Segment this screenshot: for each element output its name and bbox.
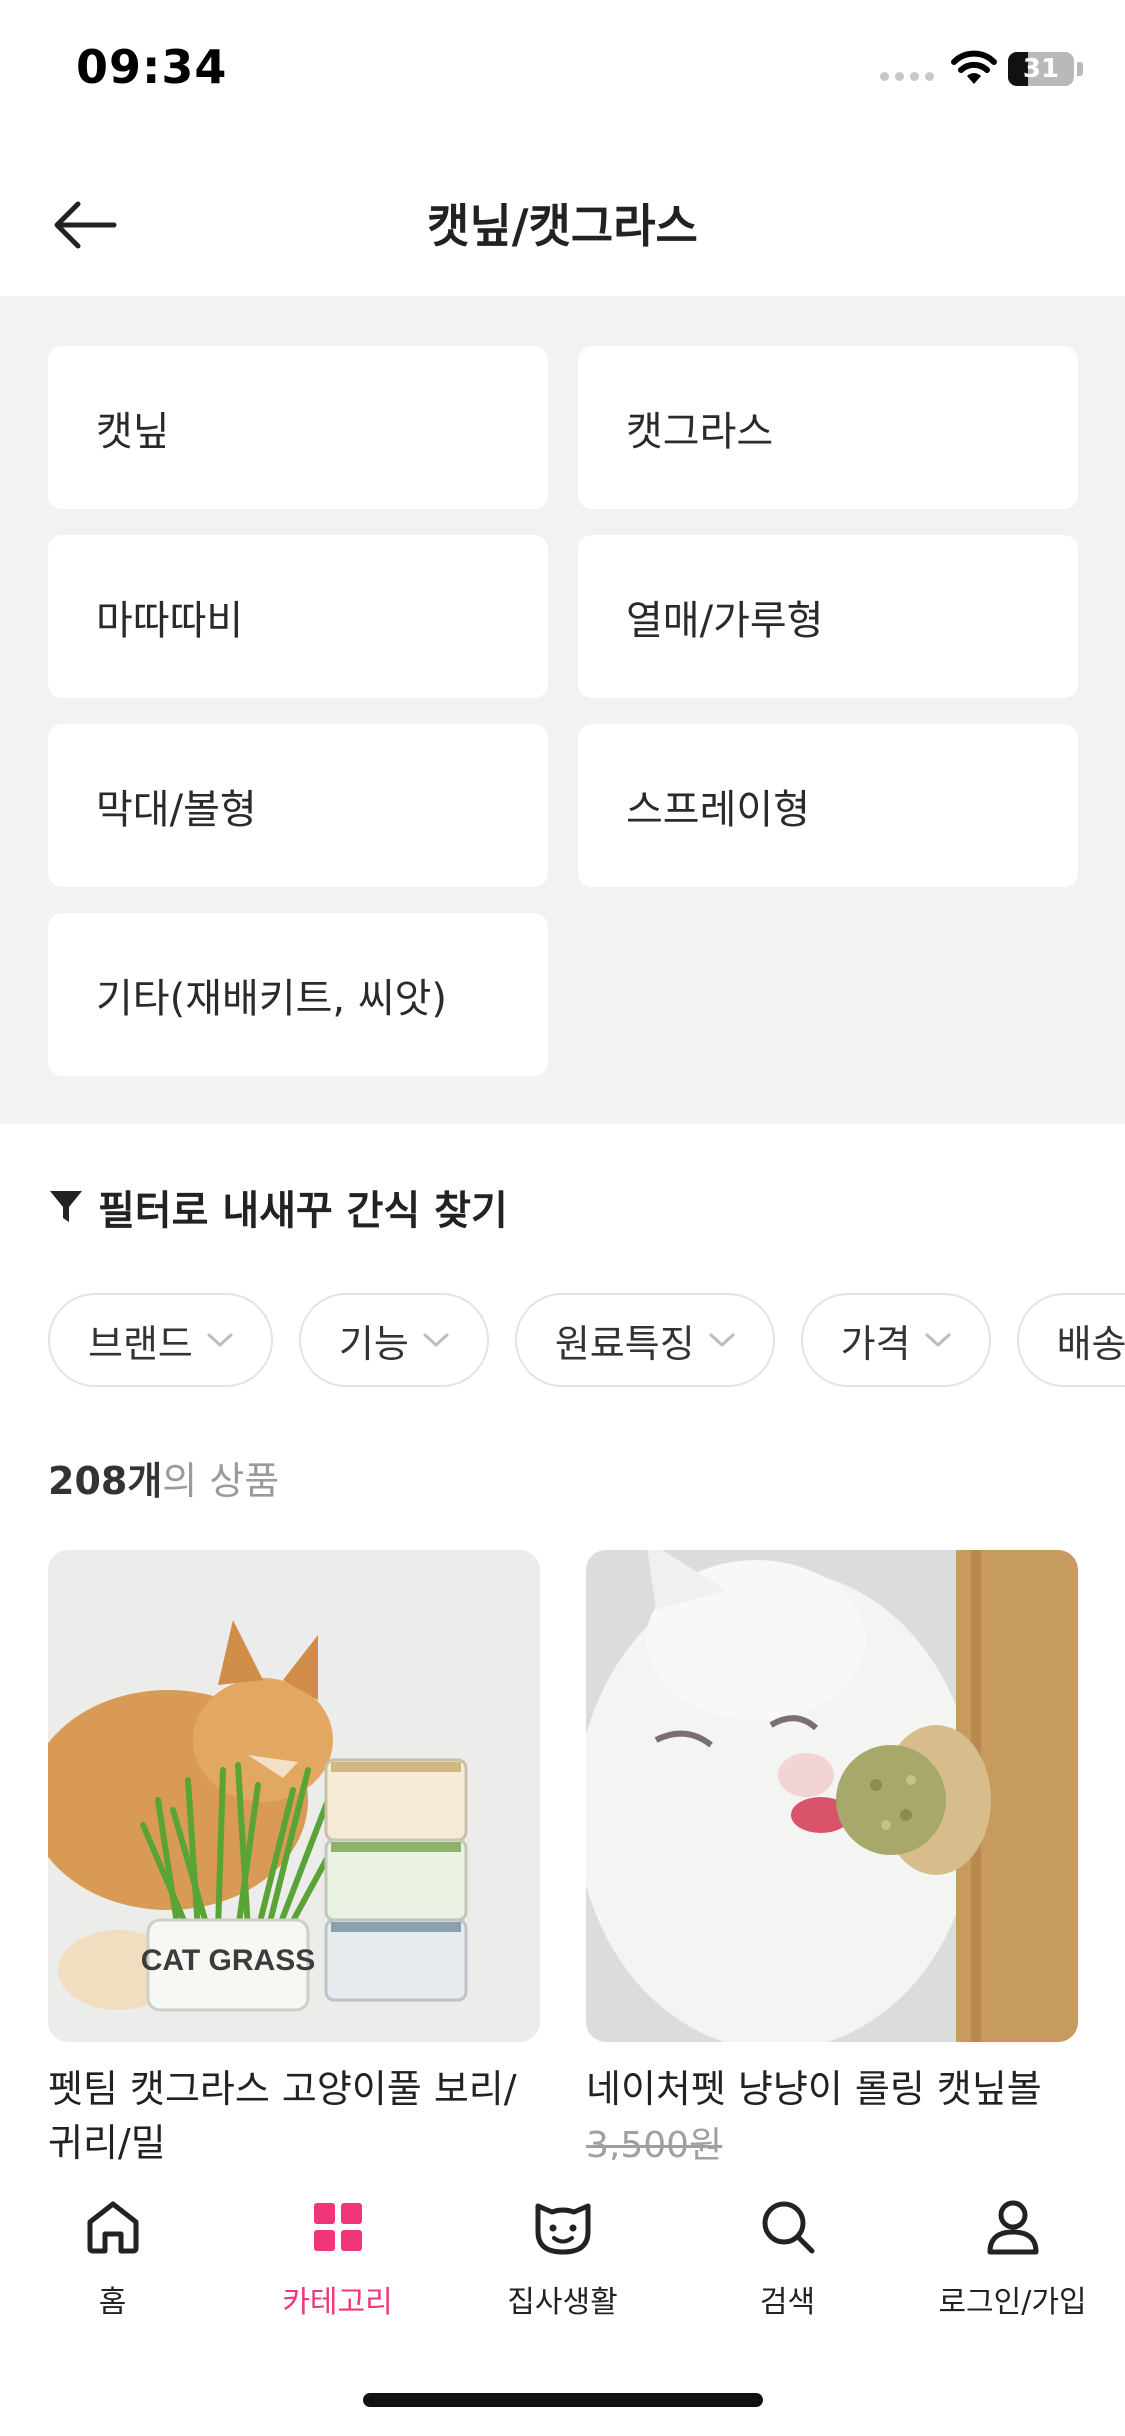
status-bar: 09:34 31 [0,0,1125,135]
wifi-icon [951,50,997,84]
filter-chip-delivery[interactable]: 배송 [1016,1293,1125,1387]
tab-label: 카테고리 [282,2285,393,2320]
chevron-down-icon [423,1333,449,1347]
can-label: CAT GRASS [141,1944,315,1977]
subcategory-catgrass[interactable]: 캣그라스 [578,346,1078,509]
product-card[interactable]: CAT GRASS 펫팀 캣그라스 고양이풀 보리/귀리/밀 [48,1550,540,2170]
tab-label: 검색 [759,2285,816,2320]
cellular-signal-icon [880,72,934,81]
filter-chip-brand[interactable]: 브랜드 [48,1293,273,1387]
catnip-ball-product-photo [586,1550,1078,2042]
product-count-suffix: 의 상품 [162,1459,280,1503]
back-button[interactable] [40,180,130,270]
tab-label: 집사생활 [507,2285,618,2320]
filter-heading: 필터로 내새꾸 간식 찾기 [48,1178,508,1236]
chevron-down-icon [207,1333,233,1347]
tab-search[interactable]: 검색 [675,2195,900,2321]
cat-face-icon [531,2195,595,2259]
filter-chip-function[interactable]: 기능 [298,1293,489,1387]
product-name[interactable]: 네이처펫 냥냥이 롤링 캣닢볼 [586,2062,1078,2116]
chevron-down-icon [925,1333,951,1347]
product-count-number: 208개 [48,1459,163,1503]
tab-login[interactable]: 로그인/가입 [900,2195,1125,2321]
cat-grass-product-photo: CAT GRASS [48,1550,540,2042]
filter-chip-label: 원료특징 [554,1321,695,1366]
product-image[interactable] [586,1550,1078,2042]
product-count: 208개의 상품 [48,1450,279,1505]
home-indicator[interactable] [363,2393,763,2407]
tab-home[interactable]: 홈 [0,2195,225,2321]
subcategory-etc[interactable]: 기타(재배키트, 씨앗) [48,913,548,1076]
tab-pet-life[interactable]: 집사생활 [450,2195,675,2321]
tab-label: 로그인/가입 [938,2285,1087,2320]
product-card[interactable]: 네이처펫 냥냥이 롤링 캣닢볼 3,500원 [586,1550,1078,2170]
tab-category[interactable]: 카테고리 [225,2195,450,2321]
filter-icon [50,1191,82,1222]
product-name[interactable]: 펫팀 캣그라스 고양이풀 보리/귀리/밀 [48,2062,540,2170]
battery-level: 31 [1022,54,1060,84]
status-time: 09:34 [76,40,228,94]
filter-chip-label: 가격 [840,1321,911,1366]
subcategory-fruit-powder[interactable]: 열매/가루형 [578,535,1078,698]
product-grid: CAT GRASS 펫팀 캣그라스 고양이풀 보리/귀리/밀 네이처펫 냥냥이 … [48,1550,1078,2170]
filter-chip-price[interactable]: 가격 [800,1293,991,1387]
subcategory-spray[interactable]: 스프레이형 [578,724,1078,887]
tab-label: 홈 [98,2285,127,2320]
filter-chip-label: 배송 [1056,1321,1125,1366]
battery-icon: 31 [1008,52,1074,86]
filter-chip-ingredients[interactable]: 원료특징 [514,1293,775,1387]
top-app-bar: 캣닢/캣그라스 [0,150,1125,295]
filter-chip-label: 브랜드 [88,1321,193,1366]
arrow-left-icon [54,201,117,249]
home-icon [81,2195,145,2259]
subcategory-grid: 캣닢 캣그라스 마따따비 열매/가루형 막대/볼형 스프레이형 기타(재배키트,… [48,346,1078,1076]
battery-cap [1077,62,1083,76]
category-grid-icon [306,2195,370,2259]
subcategory-stick-ball[interactable]: 막대/볼형 [48,724,548,887]
subcategory-catnip[interactable]: 캣닢 [48,346,548,509]
filter-heading-text: 필터로 내새꾸 간식 찾기 [98,1188,508,1234]
chevron-down-icon [709,1333,735,1347]
filter-chip-label: 기능 [338,1321,409,1366]
filter-chip-row[interactable]: 브랜드 기능 원료특징 가격 배송 [48,1293,1125,1389]
product-image[interactable]: CAT GRASS [48,1550,540,2042]
subcategory-silvervine[interactable]: 마따따비 [48,535,548,698]
subcategory-section: 캣닢 캣그라스 마따따비 열매/가루형 막대/볼형 스프레이형 기타(재배키트,… [0,296,1125,1124]
search-icon [756,2195,820,2259]
user-icon [981,2195,1045,2259]
page-title: 캣닢/캣그라스 [427,198,698,253]
